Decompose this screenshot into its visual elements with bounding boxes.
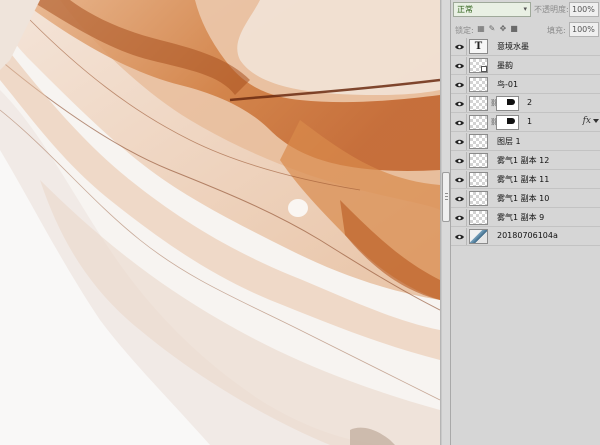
document-canvas[interactable] bbox=[0, 0, 440, 445]
layer-effects-icon[interactable]: fx bbox=[583, 116, 591, 126]
layer-name[interactable]: 20180706104a bbox=[497, 231, 558, 240]
eye-icon[interactable] bbox=[453, 57, 467, 74]
smart-object-icon bbox=[481, 66, 487, 72]
eye-icon[interactable] bbox=[453, 38, 467, 55]
layer-name[interactable]: 雾气1 副本 10 bbox=[497, 193, 549, 204]
layer-name[interactable]: 雾气1 副本 12 bbox=[497, 155, 549, 166]
layer-thumbnail bbox=[469, 134, 488, 149]
layer-row[interactable]: 鸟-01 bbox=[451, 75, 600, 94]
layer-thumbnail bbox=[469, 172, 488, 187]
scroll-thumb[interactable] bbox=[442, 172, 450, 222]
layer-thumbnail bbox=[469, 77, 488, 92]
layer-thumbnail bbox=[469, 210, 488, 225]
eye-icon[interactable] bbox=[453, 152, 467, 169]
layer-name[interactable]: 意境水墨 bbox=[497, 41, 529, 52]
ink-artwork bbox=[0, 0, 440, 445]
eye-icon[interactable] bbox=[453, 76, 467, 93]
eye-icon[interactable] bbox=[453, 133, 467, 150]
layer-row[interactable]: 雾气1 副本 12 bbox=[451, 151, 600, 170]
lock-brush-icon[interactable]: ✎ bbox=[488, 24, 496, 33]
lock-move-icon[interactable]: ✥ bbox=[499, 24, 507, 33]
lock-all-icon[interactable]: ■ bbox=[510, 24, 518, 33]
layer-name[interactable]: 1 bbox=[527, 117, 532, 126]
eye-icon[interactable] bbox=[453, 190, 467, 207]
photoshop-window: 正常 ▾ 不透明度: 100% 锁定: ▦ ✎ ✥ ■ 填充: 100% T 意境… bbox=[0, 0, 600, 445]
lock-transparent-icon[interactable]: ▦ bbox=[477, 24, 485, 33]
scroll-track[interactable] bbox=[442, 0, 450, 445]
layer-thumbnail: T bbox=[469, 39, 488, 54]
eye-icon[interactable] bbox=[453, 114, 467, 131]
eye-icon[interactable] bbox=[453, 171, 467, 188]
chevron-down-icon: ▾ bbox=[523, 5, 527, 13]
layer-row[interactable]: 墨韵 bbox=[451, 56, 600, 75]
layer-name[interactable]: 2 bbox=[527, 98, 532, 107]
link-icon[interactable]: ⛓ bbox=[490, 118, 499, 127]
layer-thumbnail bbox=[469, 229, 488, 244]
layer-row[interactable]: ⛓ 1 fx bbox=[451, 113, 600, 132]
fill-field[interactable]: 100% bbox=[569, 22, 599, 37]
layer-thumbnail bbox=[469, 191, 488, 206]
lock-label: 锁定: bbox=[455, 26, 474, 35]
opacity-label: 不透明度: bbox=[534, 5, 569, 14]
layer-name[interactable]: 墨韵 bbox=[497, 60, 513, 71]
opacity-field[interactable]: 100% bbox=[569, 2, 599, 17]
layer-row[interactable]: T 意境水墨 bbox=[451, 37, 600, 56]
layer-thumbnail bbox=[469, 96, 488, 111]
layer-row[interactable]: 20180706104a bbox=[451, 227, 600, 246]
layer-row[interactable]: ⛓ 2 bbox=[451, 94, 600, 113]
layer-thumbnail bbox=[469, 58, 488, 73]
eye-icon[interactable] bbox=[453, 95, 467, 112]
layer-thumbnail bbox=[469, 153, 488, 168]
layer-name[interactable]: 鸟-01 bbox=[497, 79, 518, 90]
lock-icons: ▦ ✎ ✥ ■ bbox=[477, 24, 518, 33]
layer-name[interactable]: 图层 1 bbox=[497, 136, 521, 147]
layer-name[interactable]: 雾气1 副本 9 bbox=[497, 212, 544, 223]
link-icon[interactable]: ⛓ bbox=[490, 99, 499, 108]
layer-mask-thumbnail[interactable] bbox=[496, 96, 519, 111]
layers-panel: 正常 ▾ 不透明度: 100% 锁定: ▦ ✎ ✥ ■ 填充: 100% T 意境… bbox=[450, 0, 600, 445]
eye-icon[interactable] bbox=[453, 209, 467, 226]
layer-thumbnail bbox=[469, 115, 488, 130]
blend-mode-value: 正常 bbox=[457, 5, 473, 14]
blend-mode-select[interactable]: 正常 ▾ bbox=[453, 2, 531, 17]
layer-name[interactable]: 雾气1 副本 11 bbox=[497, 174, 549, 185]
layer-mask-thumbnail[interactable] bbox=[496, 115, 519, 130]
layer-list: T 意境水墨 墨韵 鸟-01 ⛓ 2 ⛓ 1 fx 图层 1 雾气1 副本 12 雾气1 副本 11 雾… bbox=[451, 37, 600, 246]
layer-row[interactable]: 雾气1 副本 9 bbox=[451, 208, 600, 227]
layer-row[interactable]: 图层 1 bbox=[451, 132, 600, 151]
canvas-vertical-scrollbar[interactable] bbox=[440, 0, 450, 445]
eye-icon[interactable] bbox=[453, 228, 467, 245]
layer-row[interactable]: 雾气1 副本 10 bbox=[451, 189, 600, 208]
layer-row[interactable]: 雾气1 副本 11 bbox=[451, 170, 600, 189]
expand-effects-icon[interactable] bbox=[593, 119, 599, 123]
fill-label: 填充: bbox=[547, 26, 566, 35]
